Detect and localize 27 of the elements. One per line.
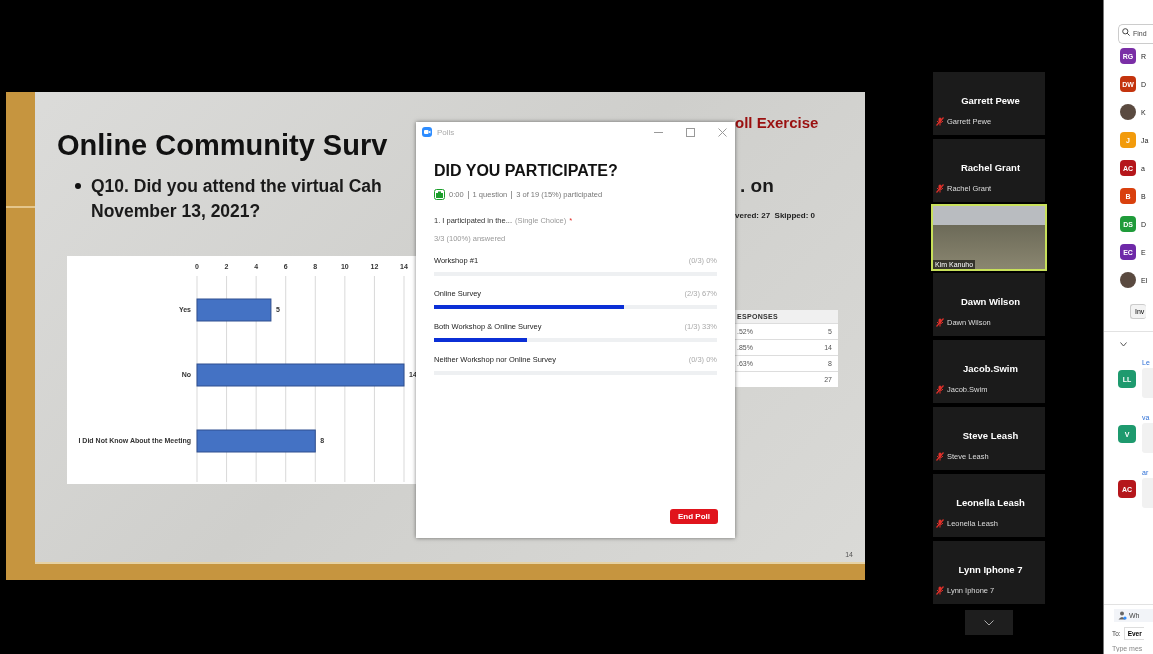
bullet-dot (75, 183, 81, 189)
slide-title: Online Community Surv (57, 128, 388, 162)
participant-name: Dawn Wilson (960, 296, 1021, 307)
participant-name: Garrett Pewe (960, 95, 1021, 106)
poll-status-icon (434, 189, 445, 200)
search-icon (1122, 28, 1130, 36)
participant-name: Lynn Iphone 7 (957, 564, 1024, 575)
slide-heading-fragment: oll Exercise (735, 114, 820, 131)
participant-name: Leonella Leash (955, 497, 1026, 508)
end-poll-button[interactable]: End Poll (670, 509, 718, 524)
person-icon (1118, 611, 1127, 620)
question-text: . on (740, 175, 775, 197)
participant-name: Steve Leash (961, 430, 1020, 441)
chevron-icon[interactable] (1120, 342, 1127, 347)
summary-text: vered: 27 Skipped: 0 (735, 211, 817, 220)
maximize-icon[interactable] (686, 127, 695, 137)
close-icon[interactable] (718, 127, 727, 137)
app-logo-icon (422, 127, 432, 137)
avatar-placeholder (1120, 272, 1136, 288)
question-text: Q10. Did you attend the virtual Cah (91, 175, 382, 198)
chevron-down-icon (984, 619, 994, 626)
window-title: Polls (437, 127, 455, 137)
participant-name: Rachel Grant (959, 162, 1022, 173)
question-text: November 13, 2021? (91, 200, 262, 223)
participant-name: Jacob.Swim (962, 363, 1019, 374)
avatar-placeholder (1120, 104, 1136, 120)
poll-heading: DID YOU PARTICIPATE? (434, 162, 619, 180)
